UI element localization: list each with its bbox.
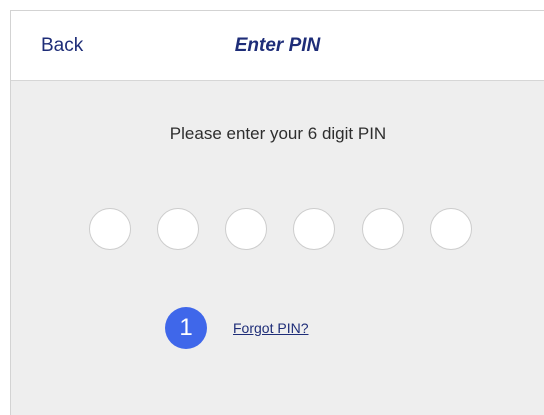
pin-digit-6[interactable] (430, 208, 472, 250)
pin-digit-3[interactable] (225, 208, 267, 250)
forgot-pin-link[interactable]: Forgot PIN? (233, 320, 308, 336)
pin-screen: Back Enter PIN Please enter your 6 digit… (10, 10, 544, 415)
header-bar: Back Enter PIN (11, 11, 544, 81)
pin-digit-2[interactable] (157, 208, 199, 250)
pin-digit-5[interactable] (362, 208, 404, 250)
pin-digit-1[interactable] (89, 208, 131, 250)
back-button[interactable]: Back (41, 35, 83, 57)
page-title: Enter PIN (234, 35, 321, 56)
pin-prompt: Please enter your 6 digit PIN (169, 124, 387, 143)
step-badge: 1 (165, 307, 207, 349)
pin-digit-4[interactable] (293, 208, 335, 250)
pin-entry-panel: Please enter your 6 digit PIN 1 Forgot P… (11, 81, 544, 415)
